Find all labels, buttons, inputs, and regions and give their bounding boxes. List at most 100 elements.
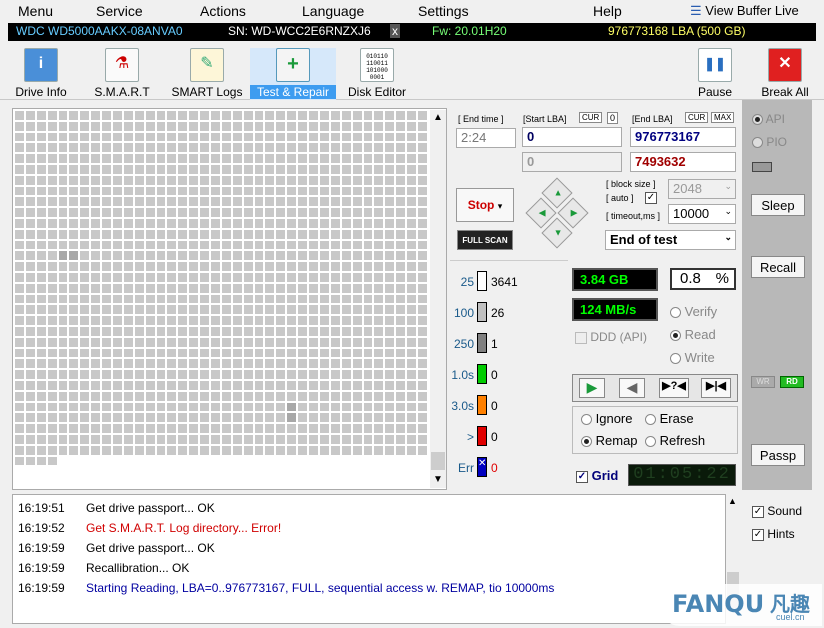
disk-editor-button[interactable]: 010110 110011 101000 0001 Disk Editor (346, 48, 408, 100)
scan-block (166, 174, 178, 186)
play-forward-icon[interactable]: ▶ (579, 378, 605, 398)
end-time-field[interactable]: 2:24 (456, 128, 516, 148)
end-max-button[interactable]: MAX (711, 112, 735, 123)
erase-radio[interactable]: Erase (645, 411, 694, 426)
passport-button[interactable]: Passp (751, 444, 805, 466)
menu-menu[interactable]: Menu (18, 3, 53, 19)
drive-model[interactable]: WDC WD5000AAKX-08ANVA0 (16, 24, 183, 38)
menu-settings[interactable]: Settings (418, 3, 469, 19)
scan-block (286, 163, 298, 175)
end-of-test-select[interactable]: End of test ⌄ (605, 230, 736, 250)
start-cur-button[interactable]: CUR (579, 112, 603, 123)
scan-block (210, 131, 221, 143)
scan-block (46, 390, 58, 402)
scan-block (133, 282, 145, 294)
scan-block (14, 347, 25, 359)
scan-block (253, 120, 265, 132)
scan-block (286, 325, 298, 337)
menu-actions[interactable]: Actions (200, 3, 246, 19)
full-scan-button[interactable]: FULL SCAN (457, 230, 513, 250)
scan-block (133, 455, 145, 467)
scroll-up-icon[interactable]: ▲ (728, 496, 737, 506)
random-access-icon[interactable]: ▶?◀ (659, 378, 689, 398)
scan-block (362, 347, 374, 359)
hints-checkbox[interactable]: ✓ Hints (752, 527, 795, 541)
close-drive-button[interactable]: x (390, 24, 400, 38)
pio-radio[interactable]: PIO (752, 135, 787, 149)
recall-button[interactable]: Recall (751, 256, 805, 278)
scan-block (231, 196, 243, 208)
scan-block (68, 293, 80, 305)
scan-block (68, 379, 80, 391)
sound-checkbox[interactable]: ✓ Sound (752, 504, 802, 518)
verify-radio[interactable]: Verify (670, 304, 717, 319)
scan-block (351, 369, 363, 380)
test-tubes-icon: ⚗ (105, 48, 139, 82)
scan-block (220, 131, 232, 143)
scan-block (340, 120, 352, 132)
scan-block (329, 217, 341, 229)
sleep-button[interactable]: Sleep (751, 194, 805, 216)
scan-block (112, 217, 123, 229)
api-radio[interactable]: API (752, 112, 785, 126)
scan-block (112, 358, 123, 370)
scroll-down-icon[interactable]: ▼ (433, 474, 443, 485)
write-radio[interactable]: Write (670, 350, 715, 365)
scan-block (308, 401, 319, 413)
scan-block (166, 120, 178, 132)
scan-block (133, 142, 145, 154)
scan-block (35, 153, 47, 164)
scan-block (188, 282, 200, 294)
scan-block (90, 315, 102, 326)
scroll-up-icon[interactable]: ▲ (433, 112, 443, 123)
remap-radio[interactable]: Remap (581, 433, 638, 448)
stop-button[interactable]: Stop ▾ (456, 188, 514, 222)
scan-block (90, 207, 102, 218)
scan-block (166, 196, 178, 208)
grid-checkbox[interactable]: ✓ Grid (576, 468, 618, 483)
scan-block (46, 185, 58, 197)
ddd-api-option[interactable]: DDD (API) (575, 330, 647, 344)
scroll-thumb[interactable] (431, 452, 445, 470)
log-row: 16:19:59 Starting Reading, LBA=0..9767731… (18, 581, 554, 595)
menu-service[interactable]: Service (96, 3, 143, 19)
scan-block (351, 174, 363, 186)
scan-block (242, 217, 254, 229)
scan-block (177, 347, 189, 359)
play-backward-icon[interactable]: ◀ (619, 378, 645, 398)
scan-block (297, 131, 309, 143)
scan-block (112, 433, 123, 445)
pause-button[interactable]: ❚❚ Pause (694, 48, 736, 100)
scan-block (14, 336, 25, 348)
end-cur-button[interactable]: CUR (685, 112, 709, 123)
smart-logs-button[interactable]: ✎ SMART Logs (170, 48, 244, 100)
read-radio[interactable]: Read (670, 327, 716, 342)
scan-block (199, 250, 211, 262)
scan-block (318, 196, 330, 208)
scan-block (220, 412, 232, 424)
scan-block (101, 228, 113, 240)
scan-block (68, 369, 80, 380)
ignore-radio[interactable]: Ignore (581, 411, 633, 426)
scan-block (144, 250, 156, 262)
timeout-select[interactable]: 10000 ⌄ (668, 204, 736, 224)
scan-block (286, 347, 298, 359)
scan-block (220, 325, 232, 337)
drive-info-button[interactable]: i Drive Info (10, 48, 72, 100)
block-size-select[interactable]: 2048 ⌄ (668, 179, 736, 199)
break-all-button[interactable]: ✕ Break All (760, 48, 810, 100)
auto-checkbox[interactable]: ✓ (645, 192, 657, 204)
end-lba-field[interactable]: 976773167 (630, 127, 736, 147)
map-scrollbar[interactable]: ▲ ▼ (430, 110, 446, 488)
butterfly-icon[interactable]: ▶|◀ (701, 378, 731, 398)
scan-block (220, 315, 232, 326)
scan-block (264, 444, 276, 456)
menu-language[interactable]: Language (302, 3, 364, 19)
test-repair-button[interactable]: + Test & Repair (250, 48, 336, 100)
refresh-radio[interactable]: Refresh (645, 433, 705, 448)
start-lba-field[interactable]: 0 (522, 127, 622, 147)
menu-help[interactable]: Help (593, 3, 622, 19)
view-buffer-button[interactable]: ☰ View Buffer Live (690, 3, 799, 19)
smart-button[interactable]: ⚗ S.M.A.R.T (90, 48, 154, 100)
scan-block (416, 455, 428, 467)
